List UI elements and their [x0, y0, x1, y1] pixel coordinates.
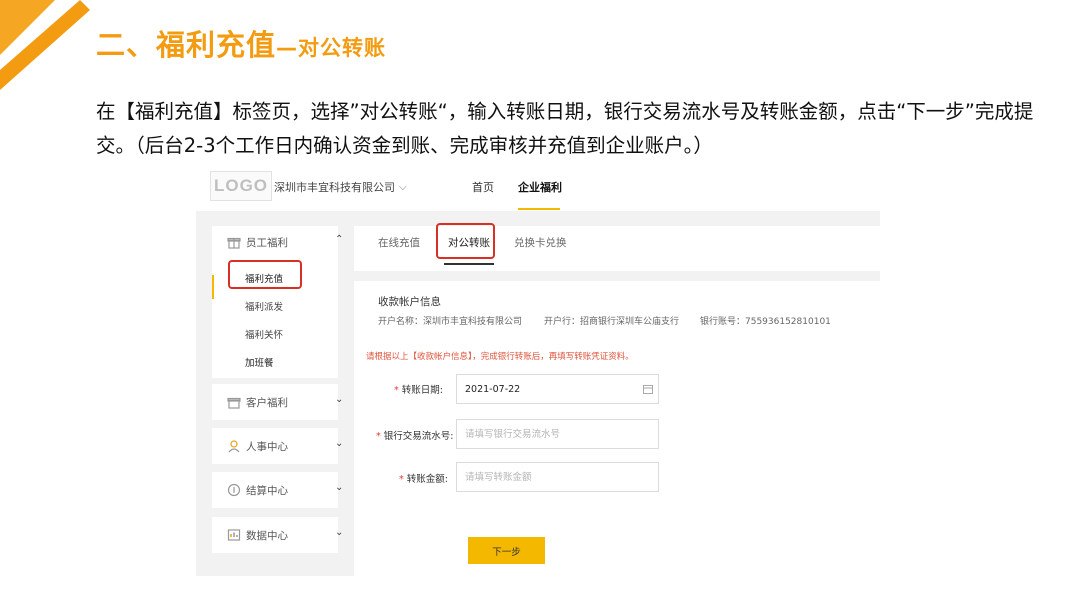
chevron-down-icon: ⌄: [335, 527, 344, 538]
chevron-down-icon: ⌄: [335, 394, 344, 405]
company-name: 深圳市丰宜科技有限公司: [274, 181, 395, 194]
slide-description: 在【福利充值】标签页，选择”对公转账“，输入转账日期，银行交易流水号及转账金额，…: [96, 100, 1034, 157]
sidebar-item-label: 客户福利: [246, 397, 288, 409]
tab-card-exchange[interactable]: 兑换卡兑换: [514, 235, 567, 250]
highlight-box-welfare-recharge: [228, 260, 302, 289]
sidebar-item-welfare-distribute[interactable]: 福利派发: [245, 299, 283, 313]
chart-icon: [227, 529, 241, 541]
chevron-down-icon: ⌵: [399, 181, 407, 193]
active-indicator: [212, 275, 214, 299]
logo: LOGO: [210, 171, 272, 201]
account-name: 开户名称：深圳市丰宜科技有限公司: [378, 317, 523, 327]
slide-title-sub: —对公转账: [276, 36, 387, 60]
sidebar-item-label: 结算中心: [246, 485, 288, 497]
sidebar-item-hr-center[interactable]: 人事中心 ⌄: [212, 436, 343, 456]
account-info-title: 收款帐户信息: [378, 296, 441, 308]
sidebar-group-customer: 客户福利 ⌄: [212, 384, 343, 420]
tab-active-indicator: [444, 263, 494, 265]
sidebar-item-label: 人事中心: [246, 441, 288, 453]
sidebar-group-settlement: 结算中心 ⌄: [212, 472, 343, 508]
tab-online-recharge[interactable]: 在线充值: [378, 235, 420, 250]
coin-icon: [227, 483, 241, 497]
nav-home[interactable]: 首页: [472, 179, 494, 195]
sidebar-item-employee-welfare[interactable]: 员工福利 ⌃: [212, 232, 343, 252]
gift-icon: [227, 397, 241, 409]
transfer-date-field[interactable]: [456, 374, 659, 404]
sidebar-item-label: 员工福利: [246, 237, 288, 249]
slide-title: 二、福利充值—对公转账: [96, 22, 386, 64]
transfer-date-label: * 转账日期:: [394, 385, 443, 396]
account-bank: 开户行：招商银行深圳车公庙支行: [544, 317, 680, 327]
sidebar-item-overtime-meal[interactable]: 加班餐: [245, 355, 274, 369]
calendar-icon[interactable]: [643, 384, 653, 394]
sidebar-item-settlement-center[interactable]: 结算中心 ⌄: [212, 480, 343, 500]
user-icon: [228, 440, 240, 453]
sidebar-item-data-center[interactable]: 数据中心 ⌄: [212, 525, 343, 545]
chevron-down-icon: ⌄: [335, 482, 344, 493]
sidebar-item-customer-welfare[interactable]: 客户福利 ⌄: [212, 392, 343, 412]
serial-number-label: * 银行交易流水号:: [376, 431, 454, 442]
amount-label: * 转账金额:: [399, 474, 448, 485]
nav-enterprise-welfare[interactable]: 企业福利: [518, 179, 562, 195]
chevron-up-icon: ⌃: [335, 234, 344, 245]
divider: [354, 271, 880, 281]
sidebar-group-data: 数据中心 ⌄: [212, 517, 343, 553]
slide-title-main: 二、福利充值: [96, 28, 277, 62]
sidebar-item-label: 数据中心: [246, 530, 288, 542]
sidebar-group-employee-welfare: 员工福利 ⌃ 福利充值 福利派发 福利关怀 加班餐: [212, 226, 343, 378]
highlight-box-corporate-transfer: [436, 223, 495, 259]
sidebar-item-welfare-care[interactable]: 福利关怀: [245, 327, 283, 341]
next-step-button[interactable]: 下一步: [468, 537, 545, 564]
gift-icon: [227, 237, 241, 249]
tab-bar: 在线充值 对公转账 兑换卡兑换: [354, 226, 880, 266]
amount-input[interactable]: [456, 462, 659, 492]
transfer-notice: 请根据以上【收款帐户信息】，完成银行转账后，再填写转账凭证资料。: [366, 352, 634, 362]
corner-decoration: [0, 0, 90, 90]
app-screenshot: LOGO 深圳市丰宜科技有限公司 ⌵ 首页 企业福利 员工福利 ⌃ 福利充值 福…: [196, 164, 880, 576]
nav-active-indicator: [518, 208, 560, 210]
serial-number-input[interactable]: [456, 419, 659, 449]
app-header: LOGO 深圳市丰宜科技有限公司 ⌵ 首页 企业福利: [196, 164, 880, 211]
main-content: 在线充值 对公转账 兑换卡兑换 收款帐户信息 开户名称：深圳市丰宜科技有限公司 …: [354, 226, 880, 576]
sidebar-group-hr: 人事中心 ⌄: [212, 428, 343, 464]
chevron-down-icon: ⌄: [335, 438, 344, 449]
company-selector[interactable]: 深圳市丰宜科技有限公司 ⌵: [274, 179, 407, 195]
account-number: 银行账号：755936152810101: [700, 317, 831, 327]
